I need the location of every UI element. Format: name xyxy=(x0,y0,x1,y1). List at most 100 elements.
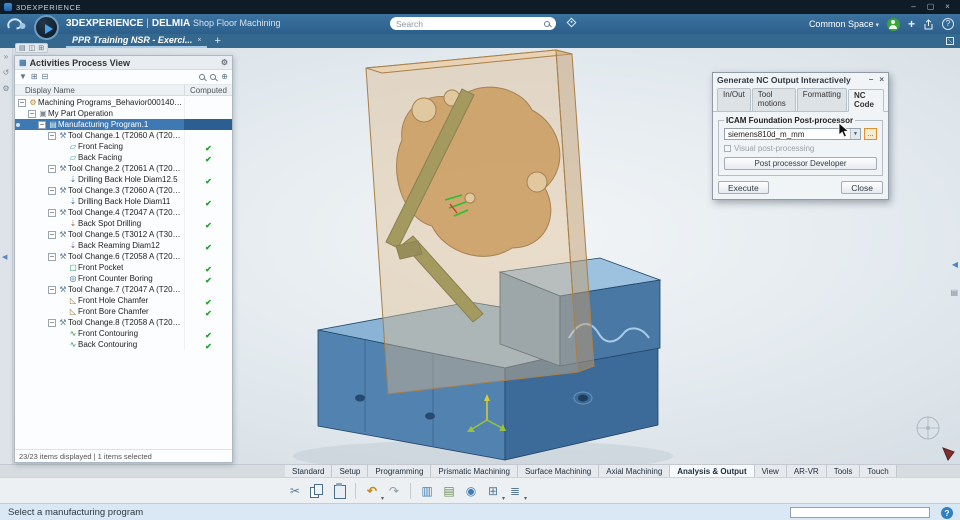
dialog-tab[interactable]: Formatting xyxy=(796,88,847,111)
post-processor-developer-button[interactable]: Post processor Developer xyxy=(724,157,877,170)
tree-item-icon xyxy=(68,340,78,350)
power-input[interactable] xyxy=(790,507,930,518)
space-selector[interactable]: Common Space xyxy=(809,19,879,29)
tree-row[interactable]: My Part Operation xyxy=(15,108,232,119)
tab-close-icon[interactable] xyxy=(197,37,201,44)
tree-row[interactable]: Tool Change.5 (T3012 A (T3012.2... xyxy=(15,229,232,240)
add-button[interactable]: + xyxy=(908,18,915,30)
expand-toggle-icon[interactable] xyxy=(38,120,46,129)
tree-row[interactable]: Back Spot Drilling xyxy=(15,218,232,229)
help-icon[interactable] xyxy=(942,18,954,30)
dialog-tab[interactable]: Tool motions xyxy=(751,88,796,111)
tree-row[interactable]: Front Contouring xyxy=(15,328,232,339)
document-tab[interactable]: PPR Training NSR - Exerci... xyxy=(66,34,208,48)
search-icon[interactable] xyxy=(544,20,550,27)
tree-row[interactable]: Drilling Back Hole Diam12.5 xyxy=(15,174,232,185)
search-input[interactable] xyxy=(396,18,544,29)
tree-row[interactable]: Tool Change.4 (T2047 A (T2047.1... xyxy=(15,207,232,218)
settings-icon[interactable] xyxy=(2,84,9,93)
tree-row[interactable]: Tool Change.1 (T2060 A (T2060.1... xyxy=(15,130,232,141)
expand-toggle-icon[interactable] xyxy=(48,208,56,217)
share-icon[interactable] xyxy=(923,18,934,30)
expand-toggle-icon[interactable] xyxy=(48,131,56,140)
tree-row[interactable]: Front Facing xyxy=(15,141,232,152)
compass-icon[interactable] xyxy=(34,15,59,40)
robot-icon[interactable] xyxy=(942,447,955,461)
dock-expand-icon[interactable] xyxy=(4,52,8,61)
tree-row[interactable]: Front Hole Chamfer xyxy=(15,295,232,306)
expand-toggle-icon[interactable] xyxy=(18,98,26,107)
expand-toggle-icon[interactable] xyxy=(48,318,56,327)
tree-row[interactable]: Front Bore Chamfer xyxy=(15,306,232,317)
view-compass[interactable] xyxy=(916,416,940,440)
computed-cell xyxy=(184,119,232,130)
tree-row[interactable]: Tool Change.3 (T2060 A (T2060.1... xyxy=(15,185,232,196)
dialog-close-action-button[interactable]: Close xyxy=(841,181,883,194)
close-button[interactable] xyxy=(939,0,956,14)
tree-row[interactable]: Back Facing xyxy=(15,152,232,163)
tree-row[interactable]: Front Pocket xyxy=(15,262,232,273)
column-computed[interactable]: Computed xyxy=(184,85,232,95)
status-help-icon[interactable] xyxy=(941,506,953,519)
cut-button[interactable] xyxy=(285,481,305,501)
add-panel-tab-icon[interactable] xyxy=(38,44,44,53)
copy-button[interactable] xyxy=(307,481,327,501)
collapse-all-icon[interactable] xyxy=(42,72,49,82)
tag-icon[interactable] xyxy=(566,17,577,28)
3ds-logo-icon[interactable] xyxy=(5,16,29,32)
tree-row[interactable]: Front Counter Boring xyxy=(15,273,232,284)
stock-box[interactable] xyxy=(365,49,595,395)
undo-button[interactable] xyxy=(362,481,382,501)
panel-gear-icon[interactable] xyxy=(221,58,228,67)
new-tab-button[interactable] xyxy=(214,35,220,47)
dialog-minimize-button[interactable] xyxy=(869,73,873,87)
simulation-button[interactable] xyxy=(461,481,481,501)
tree-row[interactable]: Tool Change.8 (T2058 A (T2058.1... xyxy=(15,317,232,328)
expand-toggle-icon[interactable] xyxy=(48,186,56,195)
fullscreen-icon[interactable] xyxy=(946,37,954,45)
tree-row[interactable]: Manufacturing Program.1 xyxy=(15,119,232,130)
tree-row[interactable]: Tool Change.6 (T2058 A (T2058.1... xyxy=(15,251,232,262)
redo-button[interactable] xyxy=(384,481,404,501)
maximize-button[interactable] xyxy=(922,0,939,14)
expand-toggle-icon[interactable] xyxy=(28,109,36,118)
history-icon[interactable] xyxy=(3,68,10,77)
tree-row[interactable]: Machining Programs_Behavior00014009 A xyxy=(15,97,232,108)
combo-arrow-icon[interactable] xyxy=(850,129,860,139)
tree-row[interactable]: Tool Change.7 (T2047 A (T2047.1... xyxy=(15,284,232,295)
expand-all-icon[interactable] xyxy=(31,72,38,82)
minimize-button[interactable] xyxy=(905,0,922,14)
execute-button[interactable]: Execute xyxy=(718,181,769,194)
expand-toggle-icon[interactable] xyxy=(48,285,56,294)
browse-post-button[interactable]: ... xyxy=(864,128,877,140)
tree-search-icon[interactable] xyxy=(199,74,206,80)
column-display-name[interactable]: Display Name xyxy=(15,85,184,95)
filter-icon[interactable] xyxy=(19,72,27,82)
dialog-tab[interactable]: NC Code xyxy=(847,89,884,112)
analysis-button[interactable] xyxy=(483,481,503,501)
dialog-title-bar[interactable]: Generate NC Output Interactively xyxy=(713,73,888,87)
tree-panel-tab-icon[interactable] xyxy=(19,44,26,53)
tree-row[interactable]: Back Reaming Diam12 xyxy=(15,240,232,251)
tree-item-icon xyxy=(68,307,78,317)
views-panel-tab-icon[interactable] xyxy=(29,44,36,53)
expand-toggle-icon[interactable] xyxy=(48,164,56,173)
tree-row[interactable]: Back Contouring xyxy=(15,339,232,350)
tree-row[interactable]: Drilling Back Hole Diam11 xyxy=(15,196,232,207)
output-options-button[interactable] xyxy=(505,481,525,501)
tree-row[interactable]: Tool Change.2 (T2061 A (T2061.1... xyxy=(15,163,232,174)
visual-post-processing-checkbox[interactable] xyxy=(724,145,731,152)
user-avatar[interactable] xyxy=(886,17,900,31)
tree-search-options-icon[interactable] xyxy=(210,74,217,80)
paste-button[interactable] xyxy=(329,481,349,501)
dialog-tab[interactable]: In/Out xyxy=(717,88,751,111)
tree-item-label: Tool Change.3 (T2060 A (T2060.1... xyxy=(68,186,184,195)
panel-title-bar[interactable]: Activities Process View xyxy=(15,56,232,70)
nc-output-button[interactable] xyxy=(417,481,437,501)
expand-toggle-icon[interactable] xyxy=(48,252,56,261)
dialog-close-button[interactable] xyxy=(879,73,884,87)
machine-table-button[interactable] xyxy=(439,481,459,501)
collapse-left-panel-icon[interactable] xyxy=(2,253,7,261)
expand-toggle-icon[interactable] xyxy=(48,230,56,239)
locate-icon[interactable] xyxy=(221,72,228,82)
